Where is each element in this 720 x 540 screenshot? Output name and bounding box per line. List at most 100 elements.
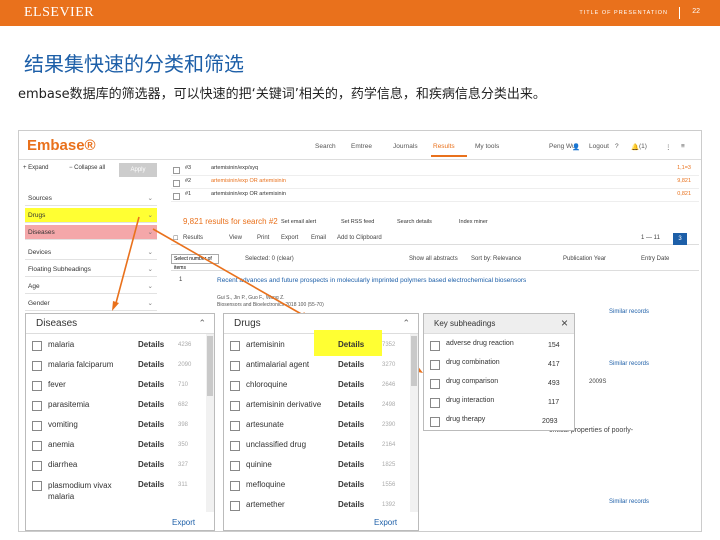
slide-body-text: embase数据库的筛选器，可以快速的把‘关键词’相关的，药学信息，和疾病信息分… — [18, 87, 546, 102]
list-item[interactable]: quinine Details 1825 — [224, 456, 418, 476]
list-item[interactable]: artesunate Details 2390 — [224, 416, 418, 436]
export-button[interactable]: Export — [374, 518, 397, 527]
row-checkbox[interactable] — [230, 401, 240, 411]
list-item[interactable]: unclassified drug Details 2164 — [224, 436, 418, 456]
item-count: 1392 — [382, 502, 396, 508]
diseases-panel-header: Diseases ⌃ — [26, 314, 214, 334]
scrollbar[interactable] — [206, 334, 214, 512]
row-checkbox[interactable] — [32, 441, 42, 451]
details-button[interactable]: Details — [138, 440, 164, 449]
elsevier-logo: ELSEVIER — [24, 5, 95, 20]
list-item[interactable]: drug comparison 493 — [424, 374, 574, 394]
item-count: 2646 — [382, 382, 396, 388]
details-button[interactable]: Details — [138, 460, 164, 469]
details-button[interactable]: Details — [138, 340, 164, 349]
list-item[interactable]: malaria Details 4236 — [26, 336, 214, 356]
item-label: artemisinin derivative — [246, 400, 322, 409]
embase-screenshot: Embase® Search Emtree Journals Results M… — [18, 130, 702, 532]
list-item[interactable]: artemether Details 1392 — [224, 496, 418, 516]
item-label: drug therapy — [446, 416, 486, 423]
list-item[interactable]: anemia Details 350 — [26, 436, 214, 456]
row-checkbox[interactable] — [230, 481, 240, 491]
row-checkbox[interactable] — [430, 360, 440, 370]
list-item[interactable]: vomiting Details 398 — [26, 416, 214, 436]
chevron-up-icon[interactable]: ⌃ — [198, 318, 206, 329]
item-count: 2090 — [178, 362, 192, 368]
item-count: 2164 — [382, 442, 396, 448]
scroll-thumb[interactable] — [411, 336, 417, 386]
list-item[interactable]: drug combination 417 — [424, 355, 574, 375]
details-button[interactable]: Details — [338, 360, 364, 369]
export-button[interactable]: Export — [172, 518, 195, 527]
panel-title: Diseases — [36, 318, 78, 329]
item-count: 1825 — [382, 462, 396, 468]
details-button[interactable]: Details — [138, 420, 164, 429]
row-checkbox[interactable] — [430, 341, 440, 351]
details-button[interactable]: Details — [138, 400, 164, 409]
list-item[interactable]: adverse drug reaction 154 — [424, 336, 574, 356]
row-checkbox[interactable] — [32, 481, 42, 491]
item-label: malaria — [48, 340, 75, 349]
list-item[interactable]: drug interaction 117 — [424, 393, 574, 413]
close-icon[interactable]: × — [561, 316, 568, 330]
row-checkbox[interactable] — [32, 461, 42, 471]
presentation-title: TITLE OF PRESENTATION — [579, 10, 668, 16]
row-checkbox[interactable] — [32, 401, 42, 411]
list-item[interactable]: diarrhea Details 327 — [26, 456, 214, 476]
subheadings-panel-header: Key subheadings × — [424, 314, 574, 334]
row-checkbox[interactable] — [32, 361, 42, 371]
details-button[interactable]: Details — [338, 500, 364, 509]
item-count: 682 — [178, 402, 189, 408]
details-button[interactable]: Details — [338, 440, 364, 449]
row-checkbox[interactable] — [230, 361, 240, 371]
list-item[interactable]: malaria falciparum Details 2090 — [26, 356, 214, 376]
details-button[interactable]: Details — [338, 380, 364, 389]
list-item[interactable]: chloroquine Details 2646 — [224, 376, 418, 396]
row-checkbox[interactable] — [32, 341, 42, 351]
arrow-drugs-to-drugs-panel — [152, 228, 304, 316]
list-item[interactable]: artemisinin derivative Details 2498 — [224, 396, 418, 416]
details-button[interactable]: Details — [338, 340, 364, 349]
page-number: 22 — [692, 8, 700, 15]
details-button[interactable]: Details — [338, 400, 364, 409]
item-count: 493 — [548, 380, 560, 387]
details-button[interactable]: Details — [338, 420, 364, 429]
slide-header-bar: ELSEVIER TITLE OF PRESENTATION 22 — [0, 0, 720, 26]
list-item[interactable]: drug therapy 2093 — [424, 412, 574, 430]
item-count: 417 — [548, 361, 560, 368]
list-item[interactable]: artemisinin Details 7352 — [224, 336, 418, 356]
item-label: quinine — [246, 460, 272, 469]
details-button[interactable]: Details — [138, 360, 164, 369]
list-item[interactable]: antimalarial agent Details 3270 — [224, 356, 418, 376]
row-checkbox[interactable] — [230, 421, 240, 431]
item-count: 327 — [178, 462, 189, 468]
details-button[interactable]: Details — [138, 480, 164, 489]
row-checkbox[interactable] — [32, 381, 42, 391]
list-item[interactable]: parasitemia Details 682 — [26, 396, 214, 416]
chevron-up-icon[interactable]: ⌃ — [402, 318, 410, 329]
list-item[interactable]: mefloquine Details 1556 — [224, 476, 418, 496]
item-label: parasitemia — [48, 400, 90, 409]
details-button[interactable]: Details — [338, 480, 364, 489]
row-checkbox[interactable] — [430, 398, 440, 408]
row-checkbox[interactable] — [230, 341, 240, 351]
details-button[interactable]: Details — [338, 460, 364, 469]
row-checkbox[interactable] — [230, 461, 240, 471]
scroll-thumb[interactable] — [207, 336, 213, 396]
slide: ELSEVIER TITLE OF PRESENTATION 22 结果集快速的… — [0, 0, 720, 540]
scrollbar[interactable] — [410, 334, 418, 512]
item-label: antimalarial agent — [246, 360, 310, 369]
details-button[interactable]: Details — [138, 380, 164, 389]
row-checkbox[interactable] — [230, 441, 240, 451]
row-checkbox[interactable] — [230, 381, 240, 391]
list-item[interactable]: fever Details 710 — [26, 376, 214, 396]
list-item[interactable]: plasmodium vivax malaria Details 311 — [26, 476, 214, 508]
row-checkbox[interactable] — [430, 417, 440, 427]
item-label: artemether — [246, 500, 285, 509]
item-label: drug interaction — [446, 397, 495, 404]
item-label: drug combination — [446, 359, 500, 366]
row-checkbox[interactable] — [32, 421, 42, 431]
row-checkbox[interactable] — [430, 379, 440, 389]
item-label: malaria falciparum — [48, 360, 114, 369]
row-checkbox[interactable] — [230, 501, 240, 511]
